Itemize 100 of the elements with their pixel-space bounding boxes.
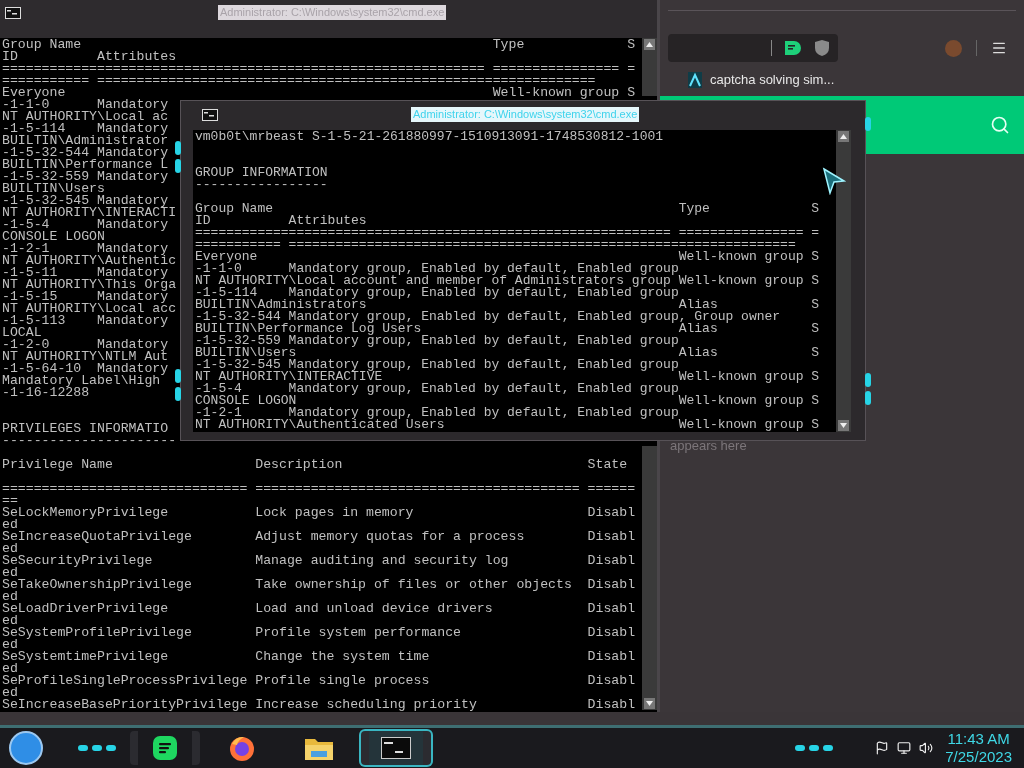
console-line: =============================== ========================================= ======== bbox=[2, 483, 636, 507]
cursor-icon bbox=[822, 167, 846, 195]
console-line: NT AUTHORITY\Local acc bbox=[2, 303, 177, 315]
terminal-icon bbox=[5, 7, 21, 19]
menu-icon[interactable] bbox=[991, 40, 1007, 56]
console-line: BUILTIN\Performance Log Users Alias S bbox=[195, 323, 820, 335]
console-line: -1-5-64-10 Mandatory bbox=[2, 363, 169, 375]
flag-icon[interactable] bbox=[875, 741, 890, 755]
console-line: -1-5-114 Mandatory group, Enabled by default, Enabled group bbox=[195, 287, 679, 299]
indicator-light bbox=[78, 745, 88, 751]
console-line: Mandatory Label\High bbox=[2, 375, 161, 387]
indicator-light bbox=[809, 745, 820, 751]
console-line: -1-5-32-544 Mandatory bbox=[2, 147, 169, 159]
console-line: SeSecurityPrivilege Manage auditing and security log Disabled bbox=[2, 555, 636, 579]
console-line: NT AUTHORITY\INTERACTI bbox=[2, 207, 177, 219]
console-line: Group Name Type S bbox=[2, 39, 636, 51]
console-line: NT AUTHORITY\NTLM Aut bbox=[2, 351, 169, 363]
console-line: -1-2-0 Mandatory bbox=[2, 339, 169, 351]
clock-date[interactable]: 7/25/2023 bbox=[945, 748, 1012, 766]
console-line: NT AUTHORITY\Local account and member of Administrators group Well-known group S bbox=[195, 275, 820, 287]
shield-icon[interactable] bbox=[814, 39, 830, 57]
scroll-down-icon[interactable] bbox=[644, 698, 655, 709]
console-line: Everyone Well-known group S bbox=[195, 251, 820, 263]
scroll-up-icon[interactable] bbox=[644, 39, 655, 50]
console-line: ---------------------- bbox=[2, 435, 177, 447]
console-line: BUILTIN\Users Alias S bbox=[195, 347, 820, 359]
console-line: -1-5-32-544 Mandatory group, Enabled by default, Enabled group, Group owner bbox=[195, 311, 781, 323]
indicator-light bbox=[92, 745, 102, 751]
console-line: BUILTIN\Users bbox=[2, 183, 105, 195]
clock-time[interactable]: 11:43 AM bbox=[947, 730, 1010, 748]
console-line: SeProfileSingleProcessPrivilege Profile single process Disabled bbox=[2, 675, 636, 699]
console-line: NT AUTHORITY\Authenticated Users Well-known group S bbox=[195, 419, 820, 431]
indicator-light bbox=[823, 745, 834, 751]
console-line: -1-16-12288 bbox=[2, 387, 90, 399]
scroll-up-icon[interactable] bbox=[838, 131, 849, 142]
console-line: -1-2-1 Mandatory group, Enabled by default, Enabled group bbox=[195, 407, 679, 419]
scrollbar[interactable] bbox=[642, 38, 657, 96]
console-line: SeSystemtimePrivilege Change the system time Disabled bbox=[2, 651, 636, 675]
console-line: ============================================================= ================ = bbox=[195, 227, 820, 239]
console-line: ============================================================= ================ = bbox=[2, 63, 636, 75]
scroll-down-icon[interactable] bbox=[838, 420, 849, 431]
bookmark-link[interactable]: captcha solving sim... bbox=[710, 70, 835, 90]
console-line: -1-5-32-559 Mandatory bbox=[2, 171, 169, 183]
terminal-icon bbox=[381, 737, 411, 759]
console-line: ----------------- bbox=[195, 179, 328, 191]
console-line: =========== ================================================================= bbox=[195, 239, 796, 251]
console-line: -1-5-32-545 Mandatory group, Enabled by default, Enabled group bbox=[195, 359, 679, 371]
terminal-icon bbox=[202, 109, 218, 121]
fox-globe-icon bbox=[228, 734, 256, 762]
console-line: NT AUTHORITY\This Orga bbox=[2, 279, 177, 291]
console-line: BUILTIN\Administrator bbox=[2, 135, 169, 147]
console-line: SeLockMemoryPrivilege Lock pages in memory Disabled bbox=[2, 507, 636, 531]
console-line: ID Attributes bbox=[2, 51, 177, 63]
console-line: CONSOLE LOGON bbox=[2, 231, 105, 243]
console-line: LOCAL bbox=[2, 327, 42, 339]
console-line: PRIVILEGES INFORMATIO bbox=[2, 423, 169, 435]
taskbar-app[interactable] bbox=[130, 731, 200, 765]
empty-state-text: appears here bbox=[670, 437, 747, 455]
console-line: Group Name Type S bbox=[195, 203, 820, 215]
window-title: Administrator: C:\Windows\system32\cmd.exe bbox=[411, 107, 640, 122]
console-line: NT AUTHORITY\Authentic bbox=[2, 255, 177, 267]
console-line: ID Attributes bbox=[195, 215, 367, 227]
indicator-light bbox=[175, 141, 181, 155]
indicator-light bbox=[175, 159, 181, 173]
console-line: -1-5-4 Mandatory group, Enabled by default, Enabled group bbox=[195, 383, 679, 395]
console-line: -1-5-32-545 Mandatory bbox=[2, 195, 169, 207]
console-line: -1-5-113 Mandatory bbox=[2, 315, 169, 327]
console-line: SeTakeOwnershipPrivilege Take ownership of files or other objects Disabled bbox=[2, 579, 636, 603]
console-line: SeSystemProfilePrivilege Profile system performance Disabled bbox=[2, 627, 636, 651]
scrollbar[interactable] bbox=[642, 446, 657, 710]
indicator-light bbox=[795, 745, 806, 751]
console-line: BUILTIN\Performance L bbox=[2, 159, 169, 171]
taskbar-app[interactable] bbox=[361, 731, 431, 765]
console-line: -1-5-11 Mandatory bbox=[2, 267, 169, 279]
console-line: GROUP INFORMATION bbox=[195, 167, 328, 179]
console-line: NT AUTHORITY\INTERACTIVE Well-known group S bbox=[195, 371, 820, 383]
document-icon[interactable] bbox=[784, 40, 802, 56]
volume-icon[interactable] bbox=[919, 741, 934, 755]
console-line: -1-2-1 Mandatory bbox=[2, 243, 169, 255]
address-field[interactable] bbox=[668, 34, 838, 62]
indicator-light bbox=[865, 373, 871, 387]
bookmark-logo-icon bbox=[688, 72, 702, 88]
indicator-light bbox=[175, 369, 181, 383]
indicator-light bbox=[106, 745, 116, 751]
console-line: CONSOLE LOGON Well-known group S bbox=[195, 395, 820, 407]
console-line: Privilege Name Description State bbox=[2, 459, 628, 471]
indicator-light bbox=[865, 117, 871, 131]
console-line: -1-5-15 Mandatory bbox=[2, 291, 169, 303]
console-line: Everyone Well-known group S bbox=[2, 87, 636, 99]
console-line: NT AUTHORITY\Local ac bbox=[2, 111, 169, 123]
indicator-light bbox=[175, 387, 181, 401]
console-line: -1-5-114 Mandatory bbox=[2, 123, 169, 135]
start-button[interactable] bbox=[9, 731, 43, 765]
console-line: -1-5-4 Mandatory bbox=[2, 219, 169, 231]
console-line: -1-1-0 Mandatory group, Enabled by default, Enabled group bbox=[195, 263, 679, 275]
chat-app-icon bbox=[152, 735, 178, 761]
console-line: vm0b0t\mrbeast S-1-5-21-261880997-1510913091-1748530812-1001 bbox=[195, 131, 664, 143]
scrollbar[interactable] bbox=[836, 130, 851, 432]
network-icon[interactable] bbox=[897, 741, 912, 755]
console-line: =========== =============================================================== bbox=[2, 75, 596, 87]
